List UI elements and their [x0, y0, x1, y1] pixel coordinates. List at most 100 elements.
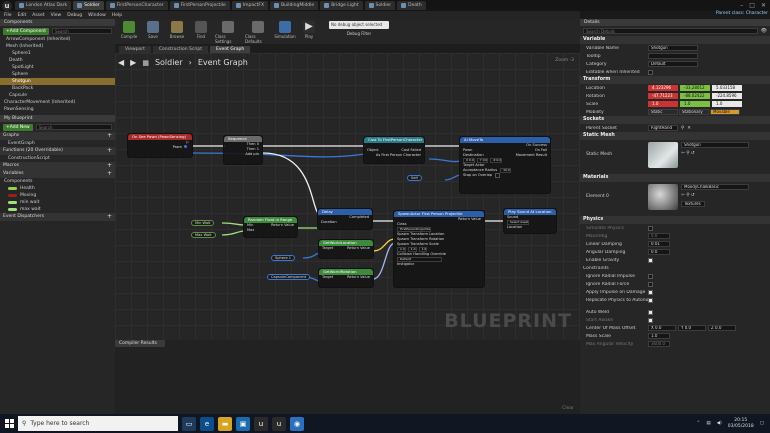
category-select[interactable]: Default: [648, 61, 698, 67]
variable-item[interactable]: min wait: [0, 199, 115, 206]
macros-section[interactable]: Macros +: [0, 162, 115, 170]
exec-pin-icon[interactable]: ▷: [186, 140, 189, 145]
component-item[interactable]: PawnSensing: [0, 106, 115, 113]
add-dispatcher-icon[interactable]: +: [107, 213, 112, 221]
functions-section[interactable]: Functions (20 Overridable) +: [0, 147, 115, 155]
location-x-field[interactable]: 4.123296: [648, 85, 678, 91]
apply-impulse-checkbox[interactable]: [648, 289, 653, 295]
tray-chevron-icon[interactable]: ⌃: [697, 421, 701, 426]
physics-section[interactable]: Physics: [580, 216, 770, 224]
find-button[interactable]: Find: [191, 21, 211, 39]
tab-viewport[interactable]: Viewport: [119, 46, 151, 53]
tab-event-graph[interactable]: Event Graph: [210, 46, 251, 53]
editor-tab[interactable]: London Atlas Dark: [15, 1, 72, 10]
menu-file[interactable]: File: [4, 13, 12, 18]
minimize-icon[interactable]: –: [740, 2, 743, 9]
object-pin-icon[interactable]: [184, 145, 187, 148]
delay-node[interactable]: Delay Completed Duration: [317, 208, 373, 230]
component-item[interactable]: ArrowComponent (Inherited): [0, 36, 115, 43]
browse-button[interactable]: Browse: [167, 21, 187, 39]
editable-inherited-checkbox[interactable]: [648, 69, 653, 75]
close-icon[interactable]: ✕: [761, 2, 766, 9]
mobility-movable[interactable]: Movable: [710, 109, 740, 115]
stop-on-overlap-checkbox[interactable]: [495, 173, 501, 178]
material-browse-icons[interactable]: ⇦ ⚲ ↺: [681, 193, 749, 198]
variable-item[interactable]: Moving: [0, 192, 115, 199]
sockets-section[interactable]: Sockets: [580, 116, 770, 124]
network-icon[interactable]: ▤: [706, 421, 710, 426]
breadcrumb-leaf[interactable]: Event Graph: [198, 58, 248, 67]
cast-node[interactable]: Cast To FirstPersonCharacter Object Cast …: [363, 136, 425, 164]
max-wait-get-node[interactable]: Max Wait: [191, 232, 216, 238]
sequence-node[interactable]: Sequence Then 0 Then 1 Add pin: [223, 135, 263, 165]
component-item[interactable]: CharacterMovement (Inherited): [0, 99, 115, 106]
angular-damping-input[interactable]: 0.0: [648, 249, 670, 255]
mass-input[interactable]: 0.0: [648, 233, 670, 239]
variables-section[interactable]: Variables +: [0, 170, 115, 178]
component-item[interactable]: Sphere: [0, 71, 115, 78]
variable-section[interactable]: Variable: [580, 36, 770, 44]
tooltip-input[interactable]: [648, 53, 698, 59]
menu-help[interactable]: Help: [112, 13, 122, 18]
add-component-button[interactable]: +Add Component: [3, 27, 50, 35]
breadcrumb-root[interactable]: Soldier: [155, 58, 183, 67]
replicate-physics-checkbox[interactable]: [648, 297, 653, 303]
component-item[interactable]: Mesh (Inherited): [0, 43, 115, 50]
get-world-rotation-node[interactable]: GetWorldRotation Target Return Value: [318, 268, 374, 288]
scale-z-field[interactable]: 1.0: [712, 101, 742, 107]
ignore-radial-impulse-checkbox[interactable]: [648, 273, 653, 279]
clear-button[interactable]: Clear: [562, 406, 574, 411]
com-z-field[interactable]: Z 0.0: [708, 325, 736, 331]
graphs-section[interactable]: Graphs +: [0, 132, 115, 140]
components-tab[interactable]: Components: [0, 19, 115, 26]
component-item[interactable]: Sphere1: [0, 50, 115, 57]
material-thumbnail[interactable]: [648, 184, 678, 210]
constraints-label[interactable]: Constraints: [583, 266, 645, 271]
variable-item[interactable]: max wait: [0, 206, 115, 213]
min-wait-get-node[interactable]: Min Wait: [191, 220, 215, 226]
acceptance-radius-field[interactable]: 10.0: [500, 168, 511, 173]
file-explorer-icon[interactable]: ▬: [218, 416, 232, 431]
rotation-x-field[interactable]: -47.71223: [648, 93, 678, 99]
chrome-icon[interactable]: ◉: [290, 416, 304, 431]
event-dispatchers-section[interactable]: Event Dispatchers +: [0, 213, 115, 221]
menu-edit[interactable]: Edit: [18, 13, 27, 18]
com-y-field[interactable]: Y 0.0: [678, 325, 706, 331]
parent-socket-input[interactable]: RightHand: [648, 125, 678, 131]
start-awake-checkbox[interactable]: [648, 317, 653, 323]
add-new-button[interactable]: +Add New: [3, 123, 33, 131]
event-node-on-see-pawn[interactable]: On See Pawn (PawnSensing) ▷ Pawn: [127, 133, 193, 158]
component-item[interactable]: Capsule: [0, 92, 115, 99]
compiler-results-tab[interactable]: Compiler Results: [115, 340, 165, 347]
components-search-input[interactable]: Search: [52, 28, 112, 34]
editor-tab[interactable]: Death: [397, 1, 426, 10]
editor-tab[interactable]: BuildingMiddle: [270, 1, 319, 10]
edge-icon[interactable]: e: [200, 416, 214, 431]
max-angular-velocity-input[interactable]: 3600.0: [648, 341, 670, 347]
simulation-button[interactable]: Simulation: [274, 21, 296, 39]
search-icon[interactable]: ⚲: [681, 126, 684, 131]
simulate-physics-checkbox[interactable]: [648, 225, 653, 231]
auto-weld-checkbox[interactable]: [648, 309, 653, 315]
store-icon[interactable]: ▣: [236, 416, 250, 431]
clear-icon[interactable]: ✕: [687, 126, 691, 131]
components-category[interactable]: Components: [0, 178, 115, 185]
compile-button[interactable]: Compile: [119, 21, 139, 39]
material-source-select[interactable]: Textures: [681, 201, 705, 207]
view-options-icon[interactable]: 👁: [761, 28, 767, 34]
material-select[interactable]: MoodyChalkBasic: [681, 184, 749, 190]
editor-tab[interactable]: FirstPersonProjectile: [169, 1, 230, 10]
my-blueprint-tab[interactable]: My Blueprint: [0, 115, 115, 122]
details-tab[interactable]: Details: [580, 19, 770, 26]
location-y-field[interactable]: -33.28012: [680, 85, 710, 91]
editor-tab[interactable]: Soldier: [364, 1, 396, 10]
start-button[interactable]: [0, 414, 18, 433]
materials-section[interactable]: Materials: [580, 174, 770, 182]
variable-item[interactable]: Health: [0, 185, 115, 192]
ai-move-to-node[interactable]: AI MoveTo On Success Pawn On Fail Destina…: [459, 136, 551, 194]
forward-arrow-icon[interactable]: ▶: [130, 58, 136, 67]
static-mesh-section[interactable]: Static Mesh: [580, 132, 770, 140]
variable-name-input[interactable]: Shotgun: [648, 45, 698, 51]
component-item[interactable]: BackPack: [0, 85, 115, 92]
save-button[interactable]: Save: [143, 21, 163, 39]
